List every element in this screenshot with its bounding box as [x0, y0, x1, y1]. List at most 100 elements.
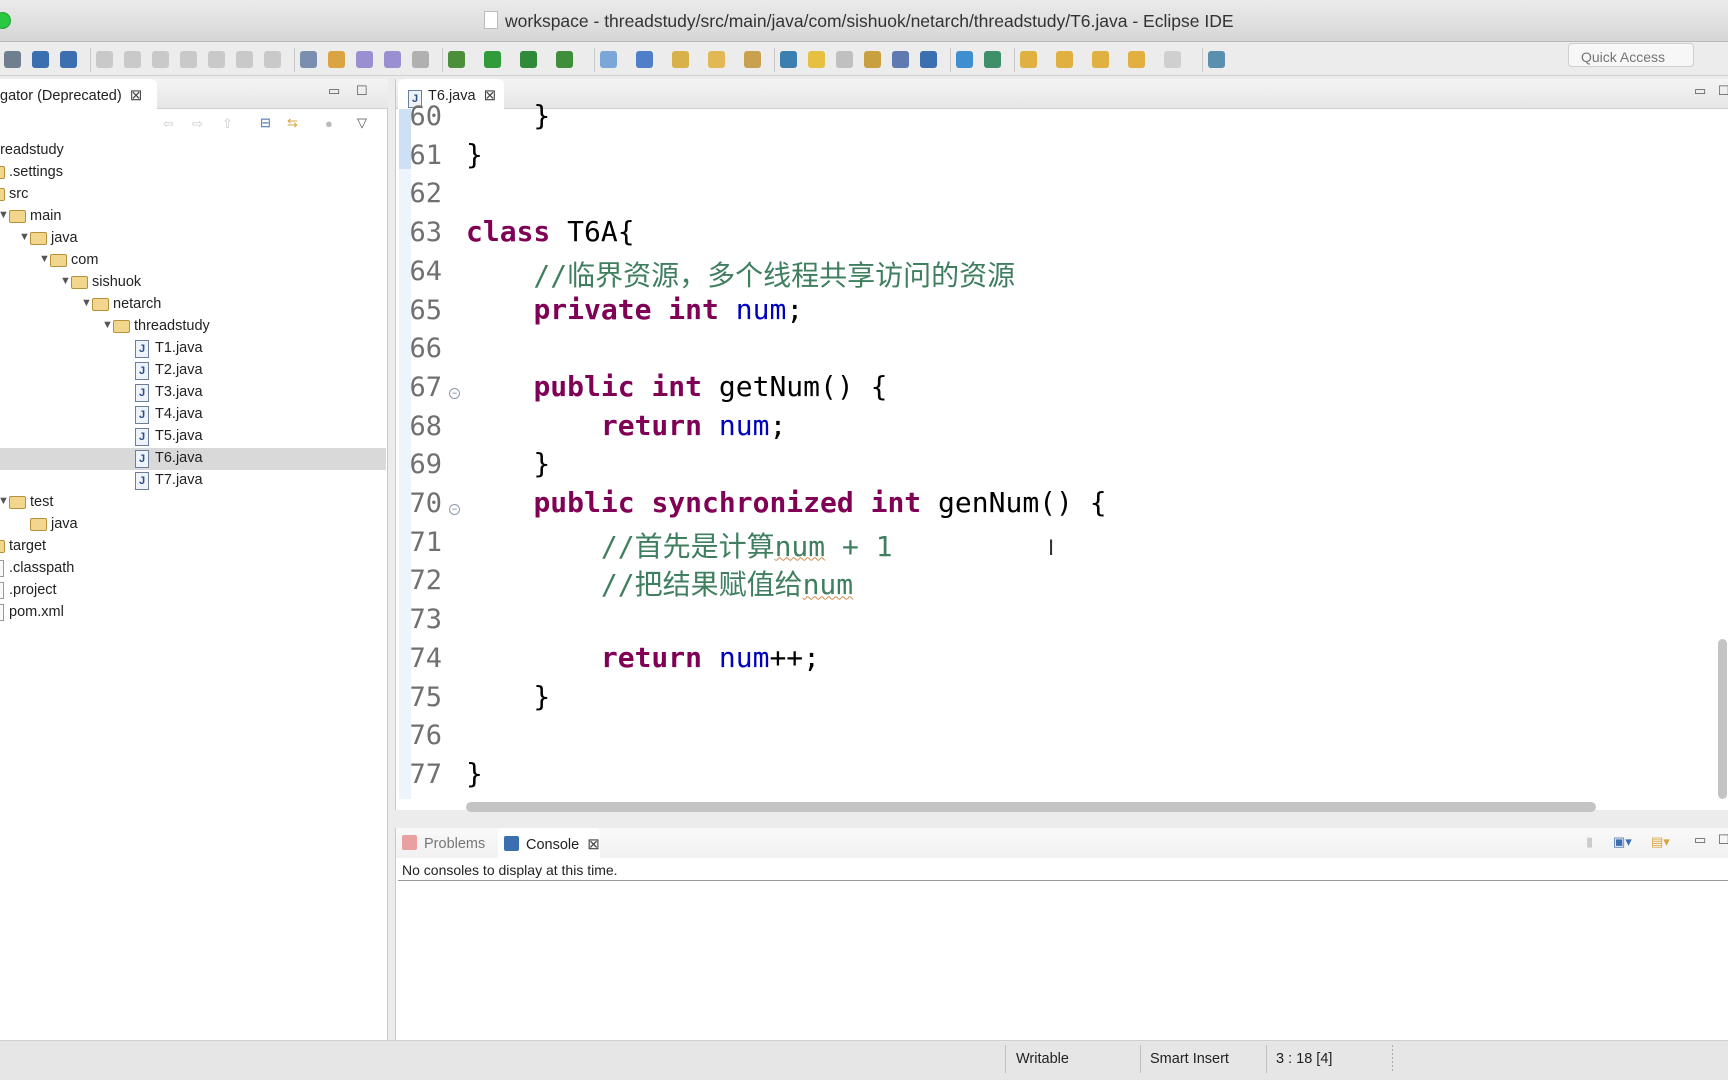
toggle-block-icon[interactable]	[836, 51, 853, 68]
minimize-icon[interactable]: ▭	[1694, 832, 1706, 848]
next-annotation-icon[interactable]	[384, 51, 401, 68]
minimize-icon[interactable]: ▭	[328, 83, 340, 99]
java-run-icon[interactable]	[984, 51, 1001, 68]
close-icon[interactable]: ⊠	[587, 836, 600, 853]
horizontal-scrollbar[interactable]	[466, 802, 1596, 812]
tree-item[interactable]: J T2.java	[0, 360, 386, 382]
external-tools-icon[interactable]	[556, 51, 573, 68]
view-menu-icon[interactable]: ▽	[357, 115, 367, 131]
expanded-arrow-icon[interactable]: ▼	[0, 209, 9, 221]
run-icon[interactable]	[484, 51, 501, 68]
new-java-project-icon[interactable]	[600, 51, 617, 68]
tab-problems[interactable]: Problems	[402, 828, 485, 858]
tree-item[interactable]: threadstudy	[0, 140, 386, 162]
fold-toggle-icon[interactable]: −	[449, 387, 460, 399]
tree-item-label: netarch	[113, 296, 162, 312]
save-all-icon[interactable]	[4, 51, 21, 68]
expanded-arrow-icon[interactable]: ▼	[19, 231, 30, 243]
vertical-scrollbar[interactable]	[1718, 639, 1727, 799]
tree-item[interactable]: ▼ java	[0, 228, 386, 250]
skip-breakpoints-icon[interactable]	[60, 51, 77, 68]
open-console-icon[interactable]: ▤▾	[1651, 834, 1670, 850]
expanded-arrow-icon[interactable]: ▼	[60, 275, 71, 287]
step-over-icon[interactable]	[236, 51, 253, 68]
tree-item[interactable]: J T1.java	[0, 338, 386, 360]
search-icon[interactable]	[780, 51, 797, 68]
open-perspective-icon[interactable]	[1208, 51, 1225, 68]
highlight-icon[interactable]	[808, 51, 825, 68]
terminal-icon[interactable]	[32, 51, 49, 68]
tab-navigator[interactable]: gator (Deprecated) ⊠	[0, 79, 157, 109]
display-console-icon[interactable]: ▣▾	[1613, 834, 1632, 850]
forward-icon[interactable]	[1164, 51, 1181, 68]
maximize-icon[interactable]: ☐	[1718, 832, 1728, 848]
remove-breakpoints-icon[interactable]	[412, 51, 429, 68]
status-grip[interactable]	[1392, 1045, 1393, 1073]
debug-icon[interactable]	[448, 51, 465, 68]
tab-label: gator (Deprecated)	[0, 88, 122, 104]
tab-console[interactable]: Console ⊠	[498, 828, 600, 858]
link-with-editor-icon[interactable]: ⇆	[287, 115, 298, 131]
tree-item[interactable]: ▼ test	[0, 492, 386, 514]
tree-item[interactable]: .classpath	[0, 558, 386, 580]
code-text: }	[466, 99, 551, 132]
toggle-mark-icon[interactable]	[328, 51, 345, 68]
terminate-icon[interactable]	[152, 51, 169, 68]
expanded-arrow-icon[interactable]: ▼	[39, 253, 50, 265]
pen-icon[interactable]	[744, 51, 761, 68]
folder-icon	[30, 518, 47, 531]
maximize-icon[interactable]: ☐	[1718, 83, 1728, 99]
next-edit-icon[interactable]	[1020, 51, 1037, 68]
tree-item[interactable]: ▼ com	[0, 250, 386, 272]
quick-access-input[interactable]	[1568, 43, 1694, 67]
close-icon[interactable]: ⊠	[130, 87, 143, 104]
tree-item[interactable]: J T5.java	[0, 426, 386, 448]
prev-annotation-icon[interactable]	[356, 51, 373, 68]
coverage-icon[interactable]	[520, 51, 537, 68]
minimize-icon[interactable]: ▭	[1694, 83, 1706, 99]
tree-item[interactable]: ▼src	[0, 184, 386, 206]
step-into-icon[interactable]	[208, 51, 225, 68]
prev-edit-icon[interactable]	[1056, 51, 1073, 68]
tree-item[interactable]: ▼ sishuok	[0, 272, 386, 294]
new-class-icon[interactable]	[636, 51, 653, 68]
tree-item[interactable]: java	[0, 514, 386, 536]
back-icon[interactable]: ⇦	[163, 116, 174, 132]
tree-item[interactable]: ▶target	[0, 536, 386, 558]
filter-icon[interactable]: ●	[325, 116, 333, 131]
code-editor[interactable]: J T6.java ⊠ ▭ ☐ 60 } 61} 62 63 class T6A{64 //…	[395, 79, 1728, 812]
show-whitespace-icon[interactable]	[892, 51, 909, 68]
pin-console-icon[interactable]: ▮	[1586, 834, 1593, 850]
expanded-arrow-icon[interactable]: ▼	[102, 319, 113, 331]
tree-item[interactable]: ▶.settings	[0, 162, 386, 184]
up-icon[interactable]: ⇧	[222, 116, 233, 132]
expanded-arrow-icon[interactable]: ▼	[0, 495, 9, 507]
zoom-window-button[interactable]	[0, 12, 11, 29]
tree-item[interactable]: .project	[0, 580, 386, 602]
open-task-folder-icon[interactable]	[708, 51, 725, 68]
fold-toggle-icon[interactable]: −	[449, 504, 460, 515]
tree-item[interactable]: ▼ main	[0, 206, 386, 228]
tree-item[interactable]: J T4.java	[0, 404, 386, 426]
back-icon[interactable]	[1128, 51, 1145, 68]
tree-item[interactable]: ▼ netarch	[0, 294, 386, 316]
tree-item[interactable]: J T7.java	[0, 470, 386, 492]
tree-item[interactable]: J T6.java	[0, 448, 386, 470]
suspend-icon[interactable]	[124, 51, 141, 68]
collapse-all-icon[interactable]: ⊟	[260, 115, 271, 131]
last-edit-icon[interactable]	[1092, 51, 1109, 68]
forward-icon[interactable]: ⇨	[192, 116, 203, 132]
expanded-arrow-icon[interactable]: ▼	[81, 297, 92, 309]
open-task-icon[interactable]	[300, 51, 317, 68]
disconnect-icon[interactable]	[180, 51, 197, 68]
maximize-icon[interactable]: ☐	[356, 83, 368, 99]
tree-item[interactable]: ▼ threadstudy	[0, 316, 386, 338]
tree-item[interactable]: pom.xml	[0, 602, 386, 624]
pilcrow-icon[interactable]	[920, 51, 937, 68]
globe-icon[interactable]	[956, 51, 973, 68]
word-wrap-icon[interactable]	[864, 51, 881, 68]
resume-icon[interactable]	[96, 51, 113, 68]
open-type-icon[interactable]	[672, 51, 689, 68]
tree-item[interactable]: J T3.java	[0, 382, 386, 404]
step-return-icon[interactable]	[264, 51, 281, 68]
